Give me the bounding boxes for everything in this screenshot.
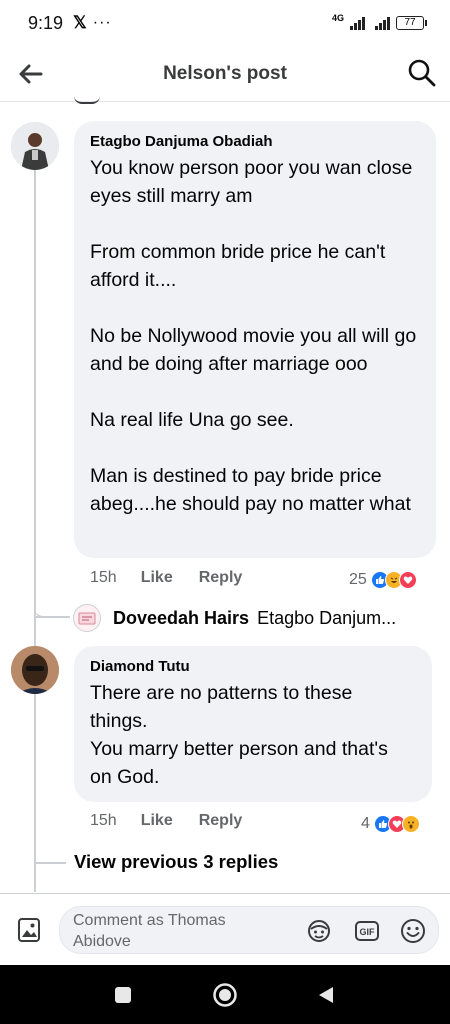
comment-author[interactable]: Etagbo Danjuma Obadiah (90, 133, 420, 150)
previous-avatar-edge (74, 96, 100, 104)
back-arrow-icon[interactable] (16, 59, 46, 89)
reply-snippet: Etagbo Danjum... (257, 607, 397, 628)
more-notifications-icon: ··· (92, 14, 112, 31)
comment-text: There are no patterns to these things. Y… (90, 679, 416, 791)
comment-paragraph: You know person poor you wan close eyes … (90, 157, 413, 207)
comment-line: things. (90, 710, 148, 732)
wow-reaction-icon (401, 815, 420, 833)
comment-paragraph: Man is destined to pay bride price abeg.… (90, 465, 411, 515)
view-previous-replies[interactable]: View previous 3 replies (74, 851, 278, 873)
like-button[interactable]: Like (141, 569, 173, 587)
comment-placeholder: Comment as Thomas Abidove (73, 910, 293, 952)
post-header: Nelson's post (0, 46, 450, 102)
back-nav-icon[interactable] (316, 985, 336, 1005)
gif-icon[interactable]: GIF (353, 917, 381, 945)
avatar[interactable] (11, 646, 59, 694)
shop-logo-icon (78, 612, 96, 625)
signal-icon-2 (375, 16, 390, 30)
reply-thread-line-2 (36, 862, 66, 864)
comment-text: You know person poor you wan close eyes … (90, 154, 420, 518)
comment-paragraph: No be Nollywood movie you all will go an… (90, 325, 417, 375)
comment-paragraph: From common bride price he can't afford … (90, 241, 386, 291)
home-icon[interactable] (212, 982, 238, 1008)
thread-line (34, 170, 36, 892)
system-nav-bar (0, 965, 450, 1024)
comment-paragraph: Na real life Una go see. (90, 409, 294, 431)
search-icon[interactable] (406, 57, 438, 89)
reply-button[interactable]: Reply (199, 812, 243, 830)
reaction-count: 4 (361, 815, 370, 832)
recent-apps-icon[interactable] (114, 986, 132, 1004)
photo-icon[interactable] (15, 916, 43, 944)
comment-bubble[interactable]: Diamond Tutu There are no patterns to th… (74, 646, 432, 802)
status-bar: 9:19 𝕏 ··· 4G 77 (0, 0, 450, 46)
comment-actions: 15h Like Reply (90, 812, 268, 830)
reaction-summary[interactable]: 4 (361, 815, 420, 833)
comment-line: on God. (90, 766, 160, 788)
reaction-summary[interactable]: 25 (349, 571, 417, 589)
comment-time[interactable]: 15h (90, 812, 117, 830)
like-button[interactable]: Like (141, 812, 173, 830)
placeholder-line: Comment as Thomas (73, 912, 226, 929)
status-time: 9:19 (28, 12, 64, 33)
comment-time[interactable]: 15h (90, 569, 117, 587)
avatar (73, 604, 101, 632)
comment-line: There are no patterns to these (90, 682, 353, 704)
placeholder-line: Abidove (73, 933, 131, 950)
network-type: 4G (331, 13, 344, 23)
reply-thread-line (36, 616, 70, 618)
comment-author[interactable]: Diamond Tutu (90, 658, 416, 675)
love-reaction-icon (398, 571, 417, 589)
page-title: Nelson's post (163, 62, 287, 84)
avatar[interactable] (11, 122, 59, 170)
comment-actions: 15h Like Reply (90, 569, 268, 587)
comment-input[interactable]: Comment as Thomas Abidove GIF (59, 906, 439, 954)
avatar-photo (11, 122, 59, 170)
reply-button[interactable]: Reply (199, 569, 243, 587)
reaction-count: 25 (349, 571, 367, 588)
comment-line: You marry better person and that's (90, 738, 388, 760)
comment-bubble[interactable]: Etagbo Danjuma Obadiah You know person p… (74, 121, 436, 558)
svg-text:GIF: GIF (360, 927, 376, 937)
x-app-icon: 𝕏 (73, 13, 87, 32)
reply-author[interactable]: Doveedah Hairs (113, 608, 249, 629)
avatar-photo (11, 646, 59, 694)
comment-composer: Comment as Thomas Abidove GIF (0, 893, 450, 965)
battery-icon: 77 (396, 16, 427, 30)
emoji-icon[interactable] (399, 917, 427, 945)
thread-hook (34, 596, 70, 618)
reply-preview[interactable]: Doveedah Hairs Etagbo Danjum... (73, 604, 396, 632)
avatar-sticker-icon[interactable] (305, 917, 333, 945)
signal-icon (350, 16, 365, 30)
